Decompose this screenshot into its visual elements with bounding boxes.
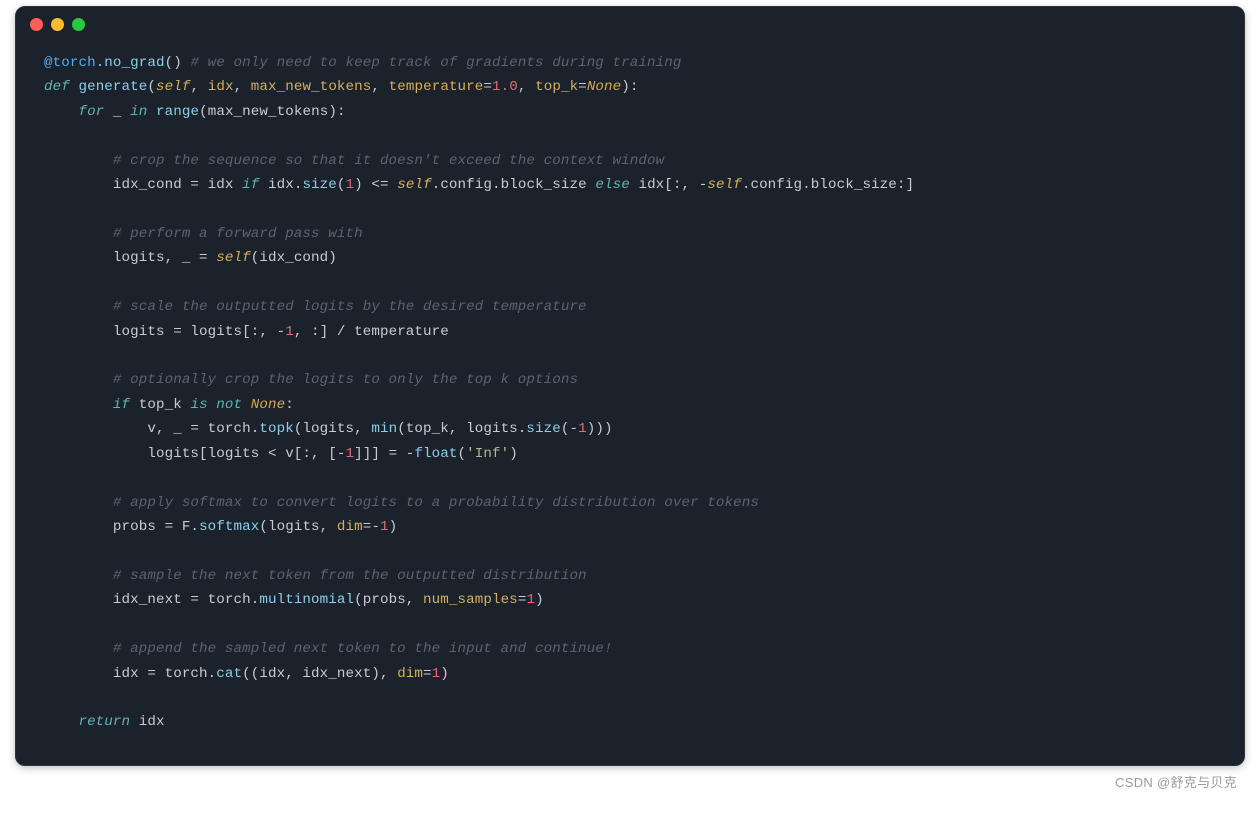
- decorator-paren: (): [165, 55, 182, 71]
- decorator-at: @torch: [44, 55, 96, 71]
- fn-softmax: softmax: [199, 519, 259, 535]
- comment: # perform a forward pass with: [44, 226, 363, 242]
- code-editor[interactable]: @torch.no_grad() # we only need to keep …: [16, 41, 1244, 765]
- watermark-text: CSDN @舒克与贝克: [15, 766, 1245, 791]
- num-1-0: 1.0: [492, 79, 518, 95]
- kw-def: def: [44, 79, 78, 95]
- none-literal: None: [587, 79, 621, 95]
- param-top-k: top_k: [535, 79, 578, 95]
- kw-if: if: [44, 397, 139, 413]
- code-window: @torch.no_grad() # we only need to keep …: [15, 6, 1245, 766]
- param-idx: idx: [208, 79, 234, 95]
- param-temperature: temperature: [389, 79, 484, 95]
- comment: # crop the sequence so that it doesn't e…: [44, 153, 664, 169]
- fn-cat: cat: [216, 666, 242, 682]
- none-literal: None: [251, 397, 285, 413]
- kw-return: return: [44, 714, 139, 730]
- comment: # optionally crop the logits to only the…: [44, 372, 578, 388]
- fn-size: size: [526, 421, 560, 437]
- close-icon[interactable]: [30, 18, 43, 31]
- kw-dim: dim: [337, 519, 363, 535]
- str-inf: 'Inf': [466, 446, 509, 462]
- kw-if: if: [242, 177, 259, 193]
- comment: # append the sampled next token to the i…: [44, 641, 613, 657]
- fn-name: generate: [78, 79, 147, 95]
- fn-topk: topk: [259, 421, 293, 437]
- fn-range: range: [156, 104, 199, 120]
- kw-is-not: is not: [182, 397, 251, 413]
- maximize-icon[interactable]: [72, 18, 85, 31]
- minimize-icon[interactable]: [51, 18, 64, 31]
- kw-in: in: [122, 104, 156, 120]
- fn-size: size: [302, 177, 336, 193]
- fn-float: float: [414, 446, 457, 462]
- comment: # sample the next token from the outputt…: [44, 568, 587, 584]
- fn-multinomial: multinomial: [259, 592, 354, 608]
- fn-min: min: [371, 421, 397, 437]
- window-titlebar: [16, 7, 1244, 41]
- param-max-new-tokens: max_new_tokens: [251, 79, 372, 95]
- decorator-name: .no_grad: [96, 55, 165, 71]
- kw-else: else: [595, 177, 629, 193]
- self-param: self: [156, 79, 190, 95]
- kw-for: for: [44, 104, 113, 120]
- comment: # apply softmax to convert logits to a p…: [44, 495, 759, 511]
- kw-dim: dim: [397, 666, 423, 682]
- kw-num-samples: num_samples: [423, 592, 518, 608]
- comment: # we only need to keep track of gradient…: [182, 55, 682, 71]
- comment: # scale the outputted logits by the desi…: [44, 299, 587, 315]
